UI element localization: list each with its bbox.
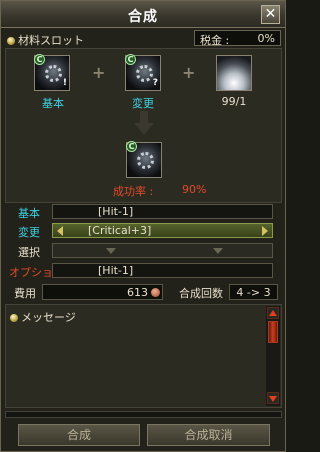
success-rate-value: 90% [182, 183, 207, 196]
change-label: 変更 [132, 97, 154, 110]
option-row-select: 選択 [1, 243, 285, 259]
c-badge-icon: C [126, 141, 137, 152]
cost-label: 費用 [14, 287, 36, 300]
chevron-down-icon [106, 248, 116, 254]
base-label: 基本 [42, 97, 64, 110]
tax-label: 税金 : [200, 34, 230, 47]
base-option-label: 基本 [18, 207, 40, 220]
change-option-value: [Critical+3] [88, 224, 152, 237]
gear-item-icon [137, 152, 154, 169]
c-badge-icon: C [34, 54, 45, 65]
plus-icon: + [92, 63, 106, 82]
message-header: メッセージ [10, 309, 76, 325]
option-field: [Hit-1] [52, 263, 273, 278]
option-row-change: 変更 [Critical+3] [1, 223, 285, 239]
c-badge-icon: C [125, 54, 136, 65]
slot-mark: ? [152, 78, 158, 88]
scroll-thumb[interactable] [268, 321, 278, 343]
scroll-down-button[interactable] [267, 392, 279, 404]
scroll-up-button[interactable] [267, 307, 279, 319]
arrow-left-icon[interactable] [57, 226, 63, 236]
tax-value: 0% [257, 32, 275, 45]
message-label: メッセージ [21, 311, 76, 324]
material-slot-header: 材料スロット [7, 32, 84, 48]
message-panel: メッセージ [5, 304, 282, 408]
combine-button[interactable]: 合成 [18, 424, 140, 446]
window-title: 合成 [128, 9, 158, 25]
arrow-right-icon[interactable] [262, 226, 268, 236]
title-bar[interactable]: 合成 ✕ [1, 1, 285, 28]
close-button[interactable]: ✕ [261, 5, 280, 24]
change-item-slot[interactable]: C ? [125, 54, 161, 91]
cost-value: 613 [127, 286, 148, 299]
cancel-combine-button[interactable]: 合成取消 [147, 424, 270, 446]
bullet-icon [7, 37, 15, 45]
select-option-field[interactable] [52, 243, 273, 258]
arrow-up-icon [269, 310, 277, 316]
success-rate-label: 成功率 : [113, 185, 154, 198]
base-option-value: [Hit-1] [98, 205, 134, 218]
gear-item-icon [45, 65, 62, 82]
option-row-option: オプション [Hit-1] [1, 263, 285, 279]
tax-box: 税金 : 0% [194, 30, 281, 47]
option-row-base: 基本 [Hit-1] [1, 204, 285, 220]
base-item-slot[interactable]: C ! [34, 54, 70, 91]
option-value: [Hit-1] [98, 264, 134, 277]
synthesis-window: 合成 ✕ 材料スロット 税金 : 0% C ! + 基本 C ? + 変更 99… [0, 0, 286, 452]
catalyst-count: 99/1 [221, 95, 247, 108]
synthesis-count-value: 4 -> 3 [229, 284, 278, 300]
synthesis-count-label: 合成回数 [179, 287, 223, 300]
slot-mark: ! [62, 78, 67, 88]
arrow-down-icon [134, 111, 154, 137]
cost-box: 613 [42, 284, 163, 300]
bullet-icon [10, 314, 18, 322]
select-option-label: 選択 [18, 246, 40, 259]
chevron-down-icon [213, 248, 223, 254]
coin-icon [151, 288, 160, 297]
gear-item-icon [136, 65, 153, 82]
message-input[interactable] [5, 411, 282, 418]
change-option-label: 変更 [18, 226, 40, 239]
change-option-selector[interactable]: [Critical+3] [52, 223, 273, 238]
cost-row: 費用 613 [9, 284, 164, 300]
catalyst-item-slot[interactable] [216, 55, 252, 91]
material-panel: C ! + 基本 C ? + 変更 99/1 C [5, 48, 282, 203]
message-scrollbar[interactable] [266, 306, 280, 406]
result-item-slot: C [126, 141, 162, 178]
material-slot-label: 材料スロット [18, 34, 84, 47]
arrow-down-icon [269, 396, 277, 402]
plus-icon: + [182, 63, 196, 82]
base-option-field: [Hit-1] [52, 204, 273, 219]
